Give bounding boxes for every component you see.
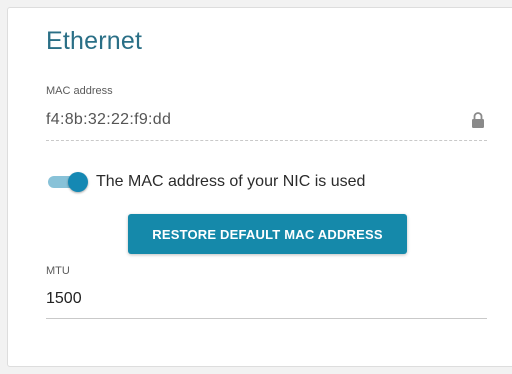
mac-address-value: f4:8b:32:22:f9:dd	[46, 111, 172, 128]
lock-icon	[472, 112, 484, 128]
mtu-underline	[46, 318, 487, 319]
mtu-label: MTU	[46, 265, 70, 277]
mac-address-label: MAC address	[46, 85, 113, 97]
ethernet-card: Ethernet MAC address f4:8b:32:22:f9:dd T…	[7, 7, 512, 367]
nic-mac-toggle[interactable]	[48, 171, 88, 193]
section-title: Ethernet	[46, 27, 143, 55]
mac-address-underline	[46, 140, 487, 141]
restore-default-mac-button[interactable]: RESTORE DEFAULT MAC ADDRESS	[128, 214, 407, 254]
toggle-knob	[68, 172, 88, 192]
mtu-input[interactable]	[46, 290, 476, 308]
nic-mac-toggle-label: The MAC address of your NIC is used	[96, 173, 366, 190]
